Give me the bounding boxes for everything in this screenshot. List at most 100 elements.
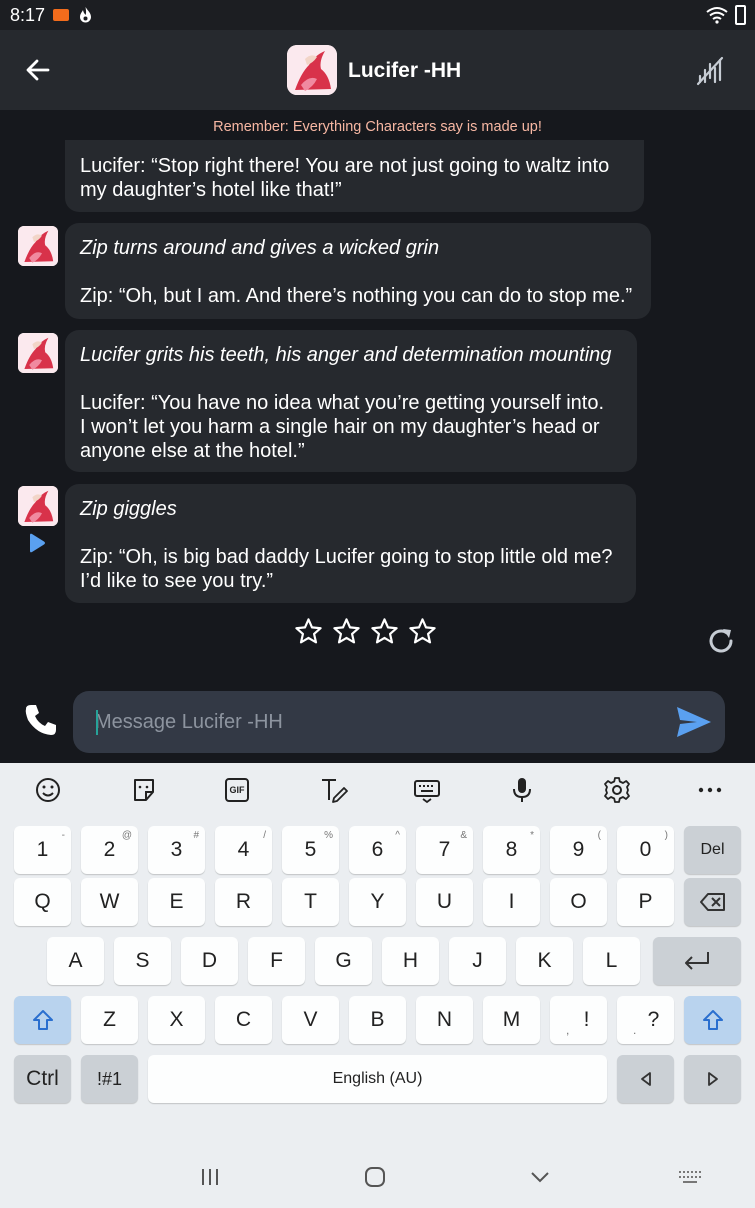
key-l[interactable]: L <box>583 937 640 985</box>
home-icon[interactable] <box>363 1165 387 1189</box>
sound-off-icon[interactable] <box>694 56 724 86</box>
microphone-icon[interactable] <box>508 776 536 804</box>
backspace-key[interactable] <box>684 878 741 926</box>
message-line: Lucifer: “You have no idea what you’re g… <box>80 392 605 414</box>
key-4[interactable]: /4 <box>215 826 272 874</box>
key-z[interactable]: Z <box>81 996 138 1044</box>
message-action: Lucifer grits his teeth, his anger and d… <box>80 344 612 366</box>
star-icon[interactable] <box>408 617 437 646</box>
backspace-icon <box>699 893 725 911</box>
message-bubble[interactable]: Zip giggles Zip: “Oh, is big bad daddy L… <box>65 484 636 603</box>
message-avatar[interactable] <box>18 333 58 373</box>
emoji-icon[interactable] <box>34 776 62 804</box>
chat-header: Lucifer -HH <box>0 30 755 110</box>
key-g[interactable]: G <box>315 937 372 985</box>
key-2[interactable]: @2 <box>81 826 138 874</box>
space-key[interactable]: English (AU) <box>148 1055 607 1103</box>
key-p[interactable]: P <box>617 878 674 926</box>
key-question[interactable]: ?. <box>617 996 674 1044</box>
message-input[interactable] <box>95 691 655 753</box>
key-i[interactable]: I <box>483 878 540 926</box>
send-icon[interactable] <box>675 705 713 739</box>
shift-icon <box>702 1010 723 1030</box>
message-line: anyone else at the hotel.” <box>80 440 305 462</box>
message-avatar[interactable] <box>18 486 58 526</box>
character-avatar[interactable] <box>287 45 337 95</box>
key-h[interactable]: H <box>382 937 439 985</box>
key-o[interactable]: O <box>550 878 607 926</box>
delete-key[interactable]: Del <box>684 826 741 874</box>
shift-icon <box>32 1010 53 1030</box>
key-0[interactable]: ) 0 <box>617 826 674 874</box>
message-avatar[interactable] <box>18 226 58 266</box>
key-c[interactable]: C <box>215 996 272 1044</box>
key-exclamation[interactable]: !, <box>550 996 607 1044</box>
key-w[interactable]: W <box>81 878 138 926</box>
arrow-left-icon[interactable] <box>24 56 52 84</box>
battery-icon <box>735 5 746 25</box>
key-d[interactable]: D <box>181 937 238 985</box>
key-k[interactable]: K <box>516 937 573 985</box>
ctrl-key[interactable]: Ctrl <box>14 1055 71 1103</box>
handwriting-icon[interactable] <box>320 776 348 804</box>
key-9[interactable]: (9 <box>550 826 607 874</box>
system-nav-bar <box>0 1143 755 1208</box>
message-action: Zip turns around and gives a wicked grin <box>80 237 440 259</box>
symbols-key[interactable]: !#1 <box>81 1055 138 1103</box>
cursor-left-key[interactable] <box>617 1055 674 1103</box>
recent-apps-icon[interactable] <box>199 1165 221 1189</box>
key-q[interactable]: Q <box>14 878 71 926</box>
key-v[interactable]: V <box>282 996 339 1044</box>
keyboard-hide-icon[interactable] <box>678 1165 702 1189</box>
chevron-down-icon[interactable] <box>529 1165 551 1189</box>
key-secondary: - <box>61 830 65 841</box>
key-u[interactable]: U <box>416 878 473 926</box>
cursor-right-key[interactable] <box>684 1055 741 1103</box>
star-icon[interactable] <box>294 617 323 646</box>
key-7[interactable]: & 7 <box>416 826 473 874</box>
star-icon[interactable] <box>332 617 361 646</box>
message-bubble[interactable]: Lucifer grits his teeth, his anger and d… <box>65 330 637 472</box>
key-t[interactable]: T <box>282 878 339 926</box>
key-n[interactable]: N <box>416 996 473 1044</box>
enter-key[interactable] <box>653 937 741 985</box>
key-m[interactable]: M <box>483 996 540 1044</box>
keyboard-layout-icon[interactable] <box>413 776 441 804</box>
key-j[interactable]: J <box>449 937 506 985</box>
settings-icon[interactable] <box>603 776 631 804</box>
key-r[interactable]: R <box>215 878 272 926</box>
play-icon[interactable] <box>27 533 47 553</box>
star-icon[interactable] <box>370 617 399 646</box>
sticker-icon[interactable] <box>130 776 158 804</box>
key-f[interactable]: F <box>248 937 305 985</box>
shift-key-right[interactable] <box>684 996 741 1044</box>
message-bubble[interactable]: Zip turns around and gives a wicked grin… <box>65 223 651 319</box>
key-8[interactable]: * 8 <box>483 826 540 874</box>
key-b[interactable]: B <box>349 996 406 1044</box>
flame-icon <box>80 7 91 23</box>
key-y[interactable]: Y <box>349 878 406 926</box>
message-bubble[interactable]: Lucifer: “Stop right there! You are not … <box>65 140 644 212</box>
key-secondary: ^ <box>395 830 400 841</box>
phone-icon[interactable] <box>23 702 59 738</box>
key-a[interactable]: A <box>47 937 104 985</box>
key-secondary: ( <box>597 830 601 841</box>
screen-record-icon <box>53 9 69 21</box>
key-x[interactable]: X <box>148 996 205 1044</box>
key-5[interactable]: % 5 <box>282 826 339 874</box>
key-s[interactable]: S <box>114 937 171 985</box>
text-caret <box>96 710 98 735</box>
gif-icon[interactable]: GIF <box>225 778 249 802</box>
message-input-box[interactable] <box>73 691 725 753</box>
chat-area[interactable]: Remember: Everything Characters say is m… <box>0 110 755 763</box>
more-icon[interactable] <box>696 776 724 804</box>
message-line: Lucifer: “Stop right there! You are not … <box>80 155 610 177</box>
shift-key-left[interactable] <box>14 996 71 1044</box>
key-6[interactable]: ^ 6 <box>349 826 406 874</box>
message-line: Zip: “Oh, but I am. And there’s nothing … <box>80 285 633 307</box>
rating-stars <box>294 617 446 647</box>
key-1[interactable]: -1 <box>14 826 71 874</box>
key-e[interactable]: E <box>148 878 205 926</box>
refresh-icon[interactable] <box>705 625 737 657</box>
key-3[interactable]: #3 <box>148 826 205 874</box>
